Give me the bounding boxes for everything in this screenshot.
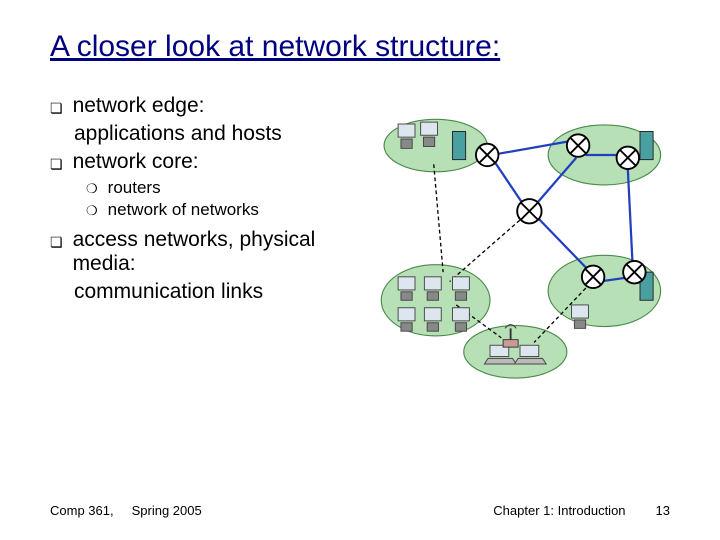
bullet-label: network of networks [108, 200, 259, 220]
footer-course: Comp 361, [50, 503, 114, 518]
slide: A closer look at network structure: ❏ ne… [0, 0, 720, 540]
text-column: ❏ network edge: applications and hosts ❏… [50, 94, 350, 394]
bullet-label: routers [108, 178, 161, 198]
content-area: ❏ network edge: applications and hosts ❏… [50, 94, 670, 394]
slide-title: A closer look at network structure: [50, 30, 670, 64]
bullet-label: network core: [73, 150, 199, 174]
bullet-label: access networks, physical media: [73, 228, 350, 276]
circle-bullet-icon: ❍ [86, 203, 98, 219]
network-diagram-svg [370, 94, 670, 394]
bullet-network-edge: ❏ network edge: [50, 94, 350, 118]
bullet-network-edge-sub: applications and hosts [74, 122, 350, 146]
square-bullet-icon: ❏ [50, 156, 63, 173]
host-pc-icon [572, 305, 589, 328]
bullet-routers: ❍ routers [86, 178, 350, 198]
footer-term: Spring 2005 [132, 503, 202, 518]
circle-bullet-icon: ❍ [86, 181, 98, 197]
square-bullet-icon: ❏ [50, 100, 63, 117]
bullet-network-of-networks: ❍ network of networks [86, 200, 350, 220]
bullet-access-networks-sub: communication links [74, 280, 350, 304]
network-diagram [370, 94, 670, 394]
server-icon [453, 132, 466, 160]
slide-footer: Comp 361, Spring 2005 Chapter 1: Introdu… [0, 503, 720, 518]
footer-page-number: 13 [656, 503, 670, 518]
square-bullet-icon: ❏ [50, 234, 63, 251]
bullet-label: network edge: [73, 94, 205, 118]
bullet-access-networks: ❏ access networks, physical media: [50, 228, 350, 276]
server-icon [640, 132, 653, 160]
footer-chapter: Chapter 1: Introduction [493, 503, 625, 518]
bullet-network-core: ❏ network core: [50, 150, 350, 174]
